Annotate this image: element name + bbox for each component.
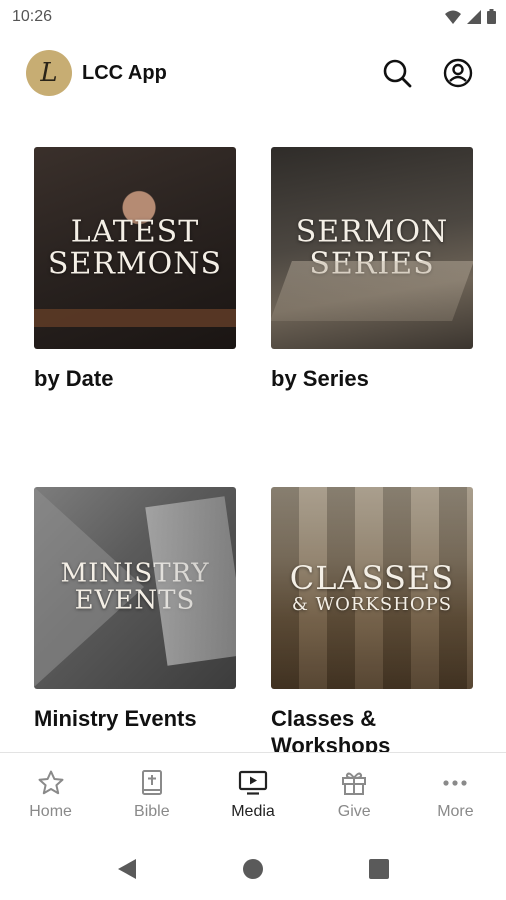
overlay-line1: Ministry <box>60 558 210 589</box>
overlay-line1: Sermon <box>295 214 449 250</box>
thumb-overlay-text: Sermon Series <box>271 214 473 281</box>
tile-latest-sermons[interactable]: Latest Sermons by Date <box>34 147 236 392</box>
back-button[interactable] <box>112 854 142 884</box>
status-time: 10:26 <box>12 8 53 25</box>
tile-ministry-events[interactable]: Ministry Events Ministry Events <box>34 487 236 732</box>
recents-button[interactable] <box>364 854 394 884</box>
nav-more[interactable]: More <box>405 753 506 833</box>
thumb-overlay-text: Ministry Events <box>34 558 236 616</box>
overlay-line1: Classes <box>289 558 455 597</box>
app-header: L LCC App <box>0 44 506 104</box>
account-icon <box>443 58 473 88</box>
bottom-nav: Home Bible Media Give More <box>0 752 506 833</box>
app-logo[interactable]: L <box>26 50 72 96</box>
nav-bible[interactable]: Bible <box>101 753 202 833</box>
account-button[interactable] <box>441 56 475 90</box>
sermon-series-image[interactable]: Sermon Series <box>271 147 473 349</box>
star-icon <box>38 770 64 795</box>
battery-icon <box>487 9 496 24</box>
thumb-overlay-text: Classes & Workshops <box>271 558 473 615</box>
wifi-icon <box>445 10 461 24</box>
recents-icon <box>369 859 389 879</box>
tile-caption[interactable]: Classes & Workshops <box>271 705 473 759</box>
tile-caption[interactable]: by Date <box>34 365 236 392</box>
nav-give[interactable]: Give <box>304 753 405 833</box>
media-icon <box>238 770 268 795</box>
search-icon <box>383 59 412 88</box>
status-bar: 10:26 <box>0 0 506 36</box>
tile-caption[interactable]: by Series <box>271 365 473 392</box>
overlay-line2: & Workshops <box>291 593 453 615</box>
gift-icon <box>342 772 367 795</box>
ministry-events-image[interactable]: Ministry Events <box>34 487 236 689</box>
search-button[interactable] <box>380 56 414 90</box>
nav-media-label: Media <box>231 803 275 820</box>
bible-icon <box>141 770 162 795</box>
more-icon <box>443 780 468 786</box>
logo-letter: L <box>40 58 58 88</box>
back-icon <box>118 859 136 879</box>
overlay-line2: Sermons <box>47 246 223 281</box>
thumb-overlay-text: Latest Sermons <box>34 214 236 281</box>
signal-icon <box>467 9 481 24</box>
overlay-line2: Series <box>309 246 435 281</box>
nav-home-label: Home <box>29 803 72 820</box>
nav-bible-label: Bible <box>134 803 170 820</box>
overlay-line1: Latest <box>70 214 200 250</box>
classes-workshops-image[interactable]: Classes & Workshops <box>271 487 473 689</box>
nav-media[interactable]: Media <box>202 753 303 833</box>
overlay-line2: Events <box>74 586 196 616</box>
nav-more-label: More <box>437 803 474 820</box>
home-button[interactable] <box>238 854 268 884</box>
system-nav-bar <box>0 832 506 900</box>
tile-caption[interactable]: Ministry Events <box>34 705 236 732</box>
latest-sermons-image[interactable]: Latest Sermons <box>34 147 236 349</box>
app-title: LCC App <box>82 62 167 84</box>
tile-classes-workshops[interactable]: Classes & Workshops Classes & Workshops <box>271 487 473 759</box>
home-circle-icon <box>243 859 263 879</box>
tile-sermon-series[interactable]: Sermon Series by Series <box>271 147 473 392</box>
nav-give-label: Give <box>337 803 371 820</box>
status-icons <box>445 9 496 24</box>
nav-home[interactable]: Home <box>0 753 101 833</box>
